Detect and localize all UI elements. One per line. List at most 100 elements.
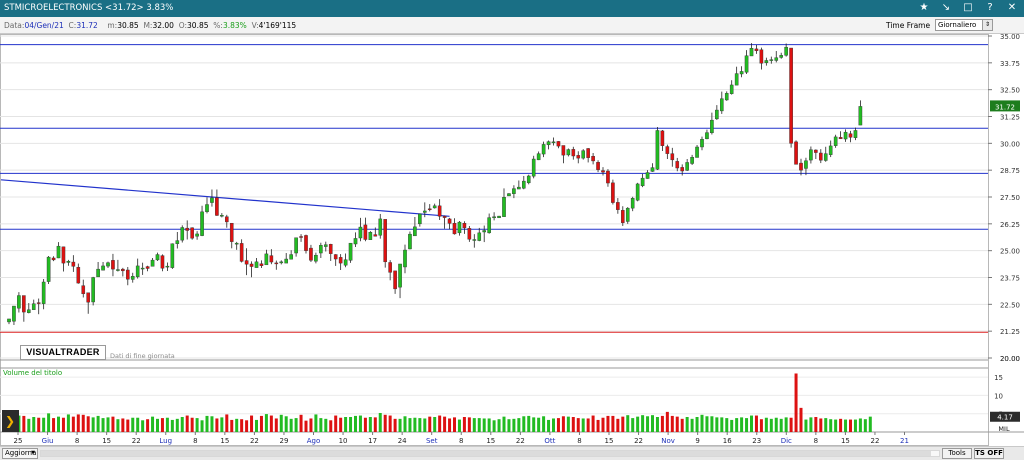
candle-body (655, 130, 660, 170)
volume-bar (418, 418, 422, 432)
price-tick-label: 33.75 (1000, 60, 1020, 68)
trendline-group (0, 179, 450, 217)
candle-body (720, 98, 724, 112)
dropdown-arrow-icon[interactable]: ⇕ (982, 20, 992, 30)
volume-bar (299, 414, 303, 432)
volume-bar (373, 417, 377, 432)
price-tick-label: 22.50 (1000, 301, 1020, 309)
close-icon[interactable]: ✕ (1006, 1, 1018, 15)
volume-unit-label: MIL (998, 425, 1010, 433)
date-tick-label: 22 (634, 437, 643, 445)
volume-bar (141, 420, 145, 432)
volume-bar (586, 418, 590, 432)
candle-body (814, 149, 818, 153)
date-label: Data: (4, 21, 25, 30)
pct-label: %: (213, 21, 223, 30)
candle-body (284, 258, 289, 264)
axis-labels: 21.25 22.50 23.75 25.00 26.25 27.50 28.75 30.00… (14, 34, 1020, 445)
horizontal-scrollbar[interactable] (40, 450, 940, 457)
pin-icon[interactable]: ↘ (940, 1, 952, 15)
volume-bar (556, 418, 560, 432)
volume-bar (22, 415, 26, 432)
candle-body (66, 260, 71, 263)
volume-bar (725, 418, 729, 432)
logo: VISUALTRADER (20, 345, 106, 360)
volume-bar (824, 418, 828, 432)
window-titlebar: STMICROELECTRONICS <31.72> 3.83% ★ ↘ □ ?… (0, 0, 1024, 17)
date-tick-label: 15 (605, 437, 614, 445)
candle-body (22, 295, 26, 313)
volume-bar (665, 411, 669, 432)
date-tick-label: Lug (159, 437, 172, 445)
candle-body (507, 193, 511, 197)
help-icon[interactable]: ? (984, 1, 996, 15)
candle-body (111, 260, 115, 270)
candle-body (566, 149, 571, 156)
candle-body (373, 234, 378, 237)
tools-button[interactable]: Tools (942, 448, 972, 459)
volume-bar (735, 418, 739, 432)
volume-bar (601, 417, 605, 432)
volume-bar (651, 415, 654, 432)
candle-body (185, 227, 190, 231)
candle-body (843, 131, 848, 140)
candle-body (319, 245, 323, 254)
volume-bar (552, 418, 555, 432)
volume-bar (789, 417, 793, 432)
candle-body (12, 305, 16, 322)
volume-bar (160, 418, 164, 432)
volume-bar (655, 417, 659, 432)
maximize-icon[interactable]: □ (962, 1, 974, 15)
volume-bar (591, 415, 595, 432)
candle-body (630, 198, 635, 209)
quote-info-bar: Data:04/Gen/21 C:31.72 m:30.85 M:32.00 O… (0, 17, 1024, 34)
candle-body (819, 152, 823, 161)
volume-bar (779, 418, 783, 432)
price-tick-label: 35.00 (1000, 34, 1020, 41)
volume-bar (453, 417, 456, 432)
candle-body (665, 146, 670, 154)
price-tick-label: 32.50 (1000, 87, 1020, 95)
volume-bar (319, 418, 323, 432)
ts-off-button[interactable]: TS OFF (974, 448, 1004, 459)
grid-lines (0, 34, 1024, 446)
candle-body (383, 219, 388, 263)
volume-bar (829, 419, 833, 432)
candle-body (125, 269, 130, 280)
volume-bar (52, 418, 56, 432)
candle-body (91, 277, 95, 303)
volume-bar (398, 418, 402, 432)
date-tick-label: Dic (781, 437, 792, 445)
candle-body (324, 244, 328, 247)
volume-bar (705, 416, 709, 432)
dropdown-arrow-icon: ▼ (31, 450, 35, 456)
candle-body (710, 119, 714, 134)
volume-bar (289, 418, 293, 432)
candle-body (378, 218, 383, 236)
volume-bar (670, 415, 674, 432)
candle-body (27, 309, 31, 313)
scroll-thumb[interactable] (41, 451, 931, 456)
date-tick-label: 9 (695, 437, 699, 445)
aggiorna-select[interactable]: Aggiorna ▼ (2, 448, 38, 459)
volume-bar (784, 417, 788, 432)
candle-body (581, 150, 585, 159)
candle-body (809, 149, 813, 161)
candle-body (774, 57, 779, 61)
timeframe-select[interactable]: Giornaliero ⇕ (935, 19, 993, 31)
scroll-left-button[interactable]: ❯ (2, 410, 19, 432)
volume-bar (230, 419, 234, 432)
star-icon[interactable]: ★ (918, 1, 930, 15)
volume-bar (71, 416, 75, 432)
candle-body (244, 260, 249, 265)
volume-bar (740, 417, 744, 432)
volume-bar (462, 417, 466, 432)
volume-bar (433, 417, 437, 432)
volume-bar (269, 415, 273, 432)
candle-body (215, 197, 219, 216)
candle-body (170, 243, 175, 268)
candle-body (794, 141, 798, 165)
volume-bar (759, 419, 763, 432)
candle-body (398, 263, 402, 288)
volume-bar (378, 412, 382, 432)
